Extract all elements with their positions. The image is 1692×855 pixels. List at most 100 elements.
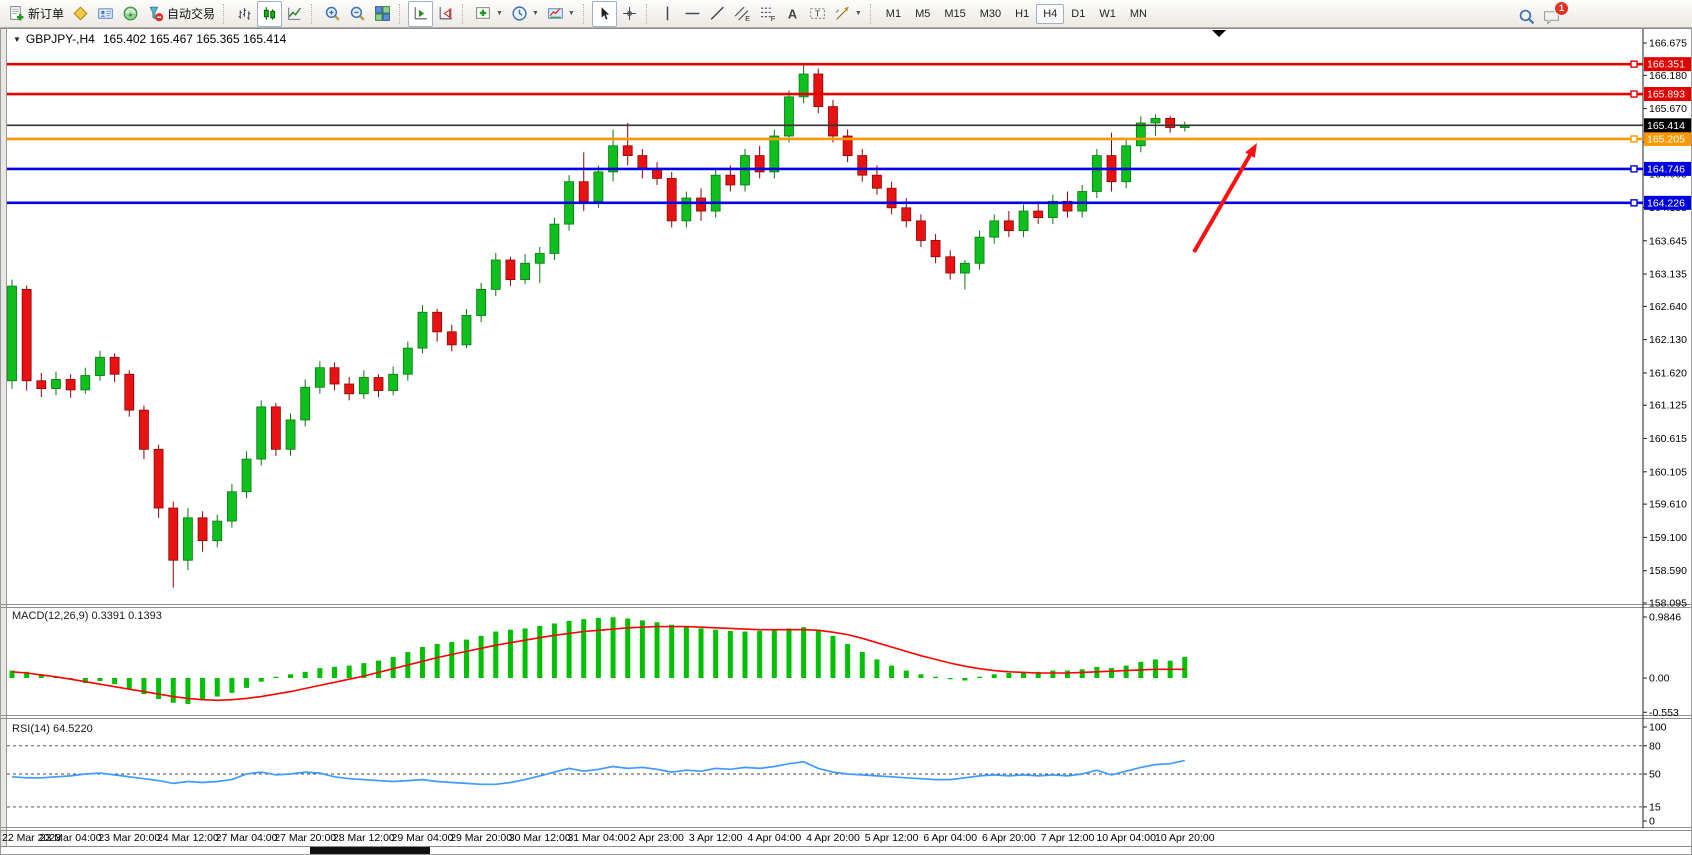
time-label: 23 Mar 04:00: [40, 832, 102, 844]
notification-badge: 1: [1554, 1, 1569, 16]
time-label: 28 Mar 12:00: [333, 832, 395, 844]
candle: [741, 156, 750, 185]
hline-handle[interactable]: [1631, 166, 1637, 172]
candle: [916, 221, 925, 241]
chevron-down-icon[interactable]: ▼: [568, 10, 575, 17]
chevron-down-icon[interactable]: ▼: [532, 10, 539, 17]
navigator-button[interactable]: [118, 1, 143, 27]
price-tick-label: 158.095: [1649, 598, 1687, 610]
timeframe-h4-button[interactable]: H4: [1036, 4, 1064, 24]
tile-windows-icon: [374, 5, 391, 22]
candlestick-chart-button[interactable]: [257, 1, 282, 27]
periods-button[interactable]: ▼: [507, 1, 543, 27]
timeframe-m15-button[interactable]: M15: [937, 4, 972, 24]
chevron-down-icon[interactable]: ▼: [855, 10, 862, 17]
tile-windows-button[interactable]: [370, 1, 395, 27]
rsi-name: RSI(14): [12, 723, 50, 735]
macd-histogram-bar: [347, 666, 352, 678]
chart-symbol-label: GBPJPY-,H4: [26, 32, 95, 46]
trend-line-button[interactable]: [705, 1, 730, 27]
price-tick-label: 163.135: [1649, 269, 1687, 281]
rsi-tick-label: 0: [1649, 816, 1655, 828]
rsi-indicator-label: RSI(14) 64.5220: [12, 723, 93, 735]
new-order-icon: [8, 5, 25, 22]
candle: [330, 368, 339, 384]
market-watch-icon: [72, 5, 89, 22]
candle: [1019, 211, 1028, 231]
timeframe-mn-button[interactable]: MN: [1123, 4, 1154, 24]
search-button[interactable]: [1514, 3, 1539, 29]
candle: [858, 156, 867, 176]
timeframe-h1-button[interactable]: H1: [1008, 4, 1036, 24]
hline-handle[interactable]: [1631, 200, 1637, 206]
timeframe-m30-button[interactable]: M30: [973, 4, 1008, 24]
candle: [1034, 211, 1043, 218]
toolbar-right: 1: [1514, 3, 1564, 29]
candle: [1004, 221, 1013, 231]
line-chart-button[interactable]: [282, 1, 307, 27]
macd-tick-label: 0.00: [1649, 673, 1670, 685]
macd-histogram-bar: [948, 678, 953, 679]
chart-dropdown-icon[interactable]: ▼: [13, 35, 21, 44]
equidistant-channel-button[interactable]: E: [730, 1, 755, 27]
auto-scroll-icon: [412, 5, 429, 22]
text-button[interactable]: A: [780, 1, 805, 27]
vertical-line-button[interactable]: [655, 1, 680, 27]
hline-handle[interactable]: [1631, 91, 1637, 97]
candle: [726, 175, 735, 185]
data-window-button[interactable]: [93, 1, 118, 27]
new-order-button[interactable]: 新订单: [4, 1, 68, 27]
candle: [447, 332, 456, 345]
candle: [1136, 123, 1145, 146]
price-tick-label: 159.100: [1649, 532, 1687, 544]
candle: [902, 208, 911, 221]
bar-chart-button[interactable]: [232, 1, 257, 27]
timeframe-m5-button[interactable]: M5: [908, 4, 937, 24]
text-label-button[interactable]: T: [805, 1, 830, 27]
hline-handle[interactable]: [1631, 61, 1637, 67]
toolbar-separator: [311, 4, 316, 24]
market-watch-button[interactable]: [68, 1, 93, 27]
zoom-in-button[interactable]: [320, 1, 345, 27]
fibonacci-button[interactable]: F: [755, 1, 780, 27]
auto-trading-label: 自动交易: [167, 5, 215, 22]
zoom-out-button[interactable]: [345, 1, 370, 27]
crosshair-button[interactable]: [617, 1, 642, 27]
arrows-tool-button[interactable]: ▼: [830, 1, 866, 27]
auto-scroll-button[interactable]: [408, 1, 433, 27]
chat-button[interactable]: 1: [1539, 3, 1564, 29]
auto-trading-icon: [147, 5, 164, 22]
time-label: 24 Mar 12:00: [157, 832, 219, 844]
macd-histogram-bar: [1080, 669, 1085, 678]
svg-text:T: T: [815, 9, 820, 19]
price-tick-label: 160.615: [1649, 433, 1687, 445]
auto-trading-button[interactable]: 自动交易: [143, 1, 219, 27]
templates-button[interactable]: ▼: [543, 1, 579, 27]
timeframe-m1-button[interactable]: M1: [879, 4, 908, 24]
svg-text:E: E: [745, 14, 750, 22]
candle: [403, 348, 412, 374]
current-price-badge-text: 165.414: [1647, 120, 1685, 132]
horizontal-line-button[interactable]: [680, 1, 705, 27]
candle: [139, 410, 148, 449]
macd-histogram-bar: [435, 644, 440, 678]
chart-shift-button[interactable]: [433, 1, 458, 27]
macd-histogram-bar: [845, 644, 850, 678]
timeframe-w1-button[interactable]: W1: [1092, 4, 1123, 24]
periods-icon: [511, 5, 528, 22]
chevron-down-icon[interactable]: ▼: [496, 10, 503, 17]
price-tick-label: 162.130: [1649, 334, 1687, 346]
toolbar-group-chart-type: [232, 1, 307, 27]
toolbar-group-zoom: [320, 1, 395, 27]
candle: [521, 263, 530, 279]
cursor-button[interactable]: [592, 1, 617, 27]
hline-handle[interactable]: [1631, 136, 1637, 142]
macd-histogram-bar: [669, 625, 674, 678]
candle: [1092, 156, 1101, 192]
price-tick-label: 158.590: [1649, 565, 1687, 577]
macd-histogram-bar: [640, 620, 645, 678]
indicators-button[interactable]: ▼: [471, 1, 507, 27]
timeframe-d1-button[interactable]: D1: [1064, 4, 1092, 24]
macd-histogram-bar: [772, 630, 777, 678]
chart-canvas[interactable]: 166.675166.180165.670165.160164.665164.1…: [0, 0, 1692, 855]
